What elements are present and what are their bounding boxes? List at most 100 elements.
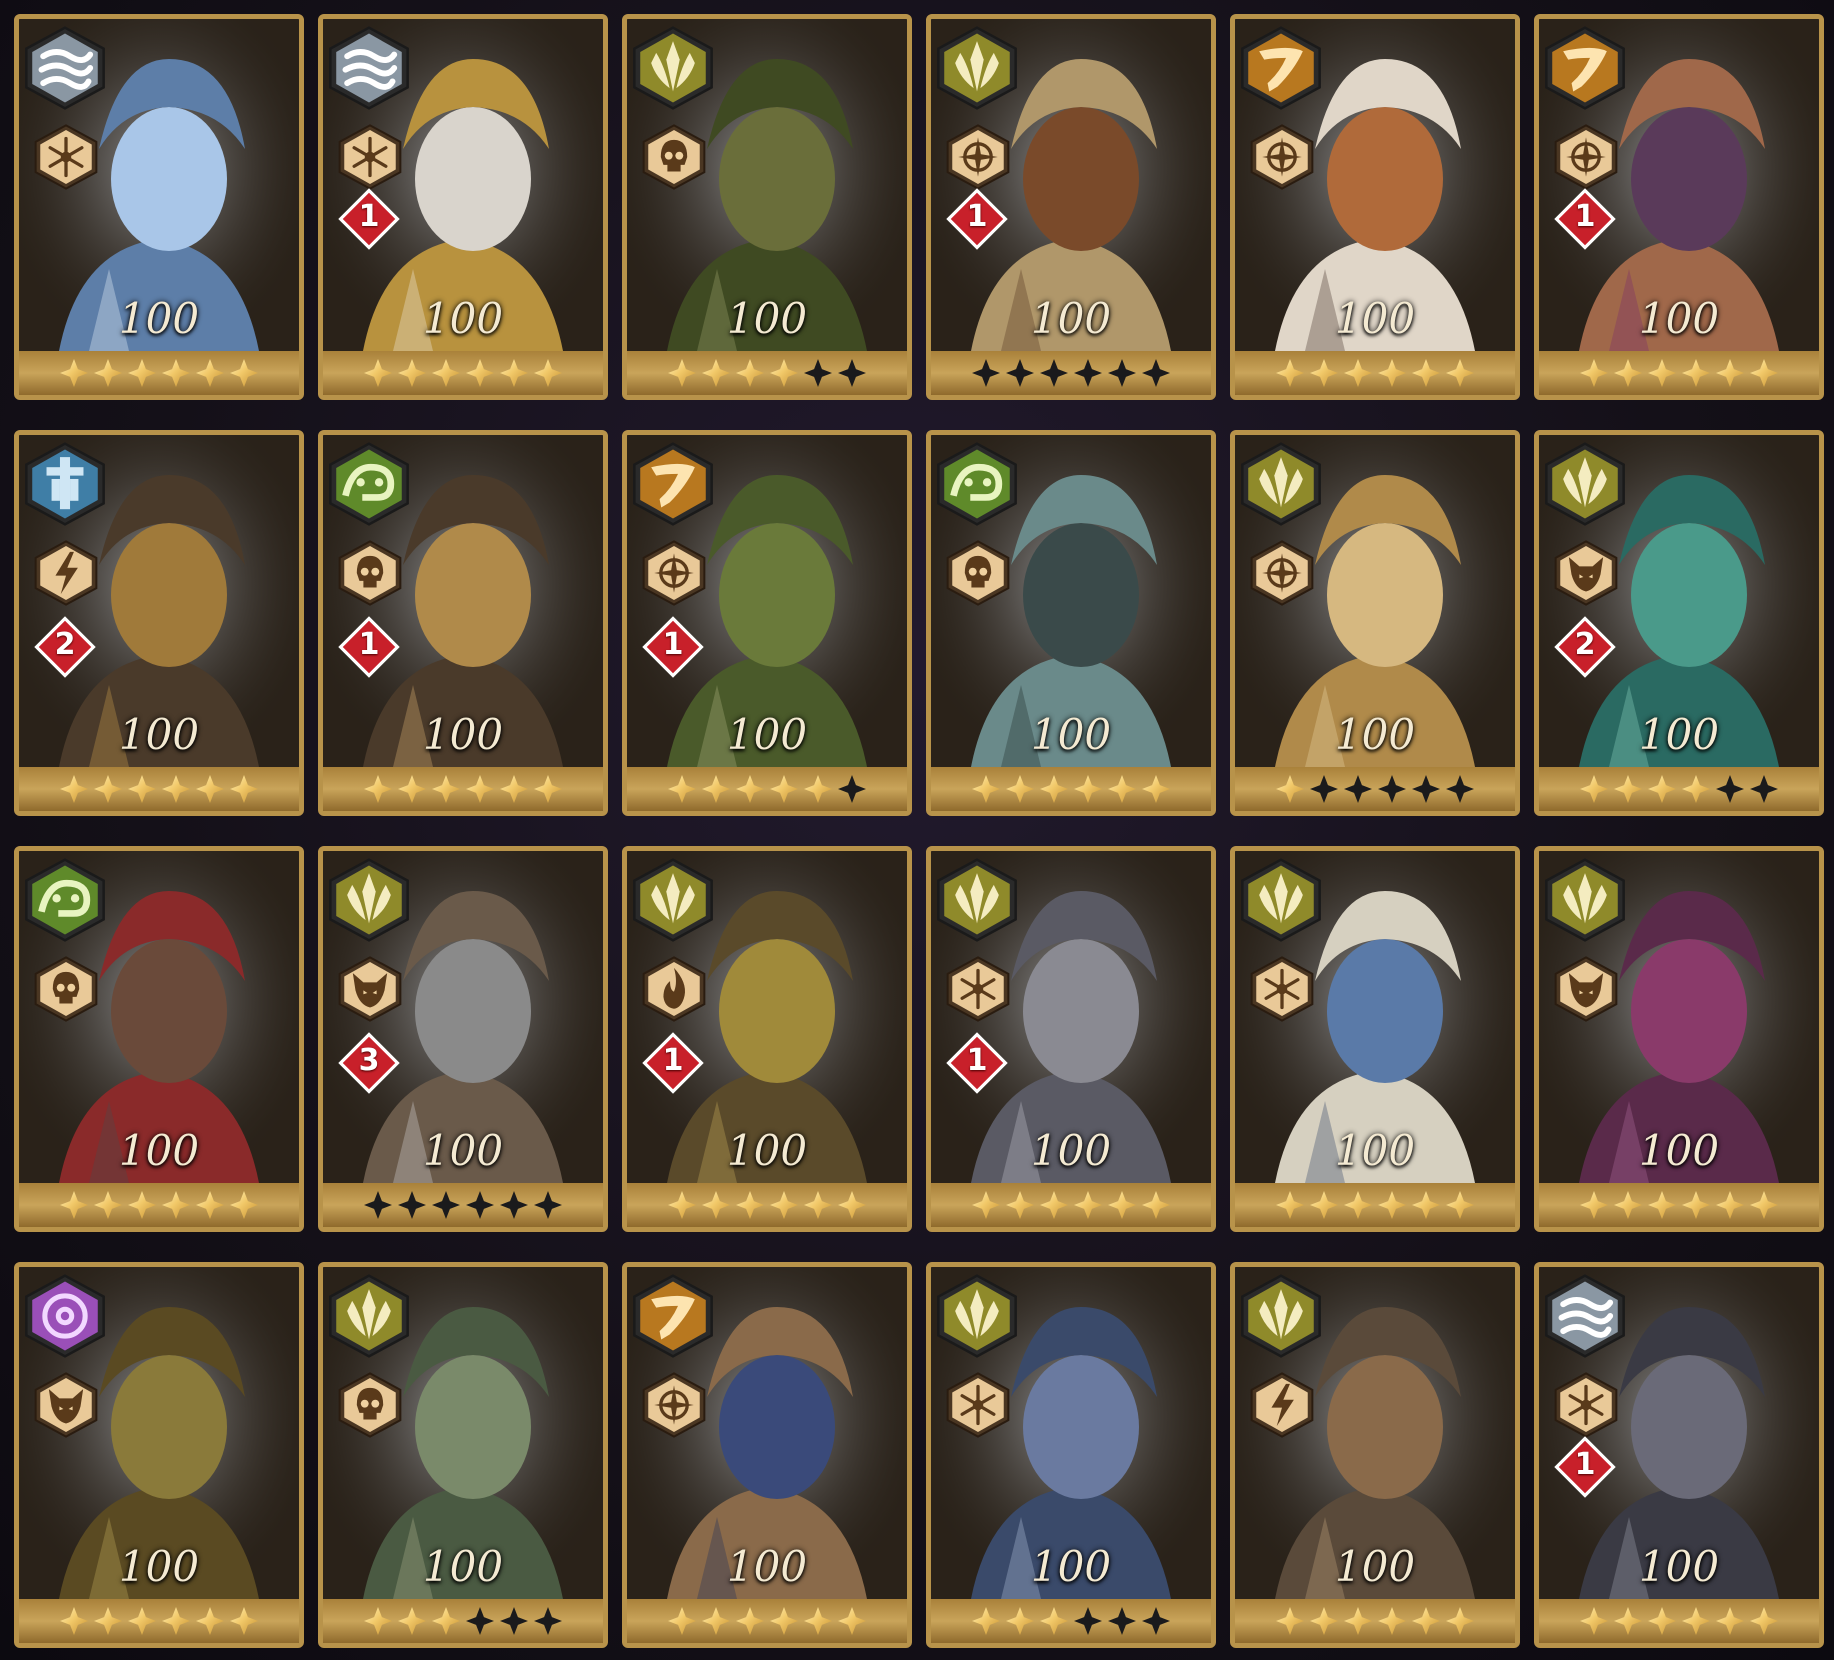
hero-card[interactable]: 1 100 bbox=[622, 430, 912, 816]
star-empty-icon bbox=[1040, 359, 1068, 387]
star-filled-icon bbox=[1344, 359, 1372, 387]
star-filled-icon bbox=[162, 1607, 190, 1635]
hero-card[interactable]: 3 100 bbox=[318, 846, 608, 1232]
star-filled-icon bbox=[1040, 1607, 1068, 1635]
star-filled-icon bbox=[398, 775, 426, 803]
star-filled-icon bbox=[1580, 1607, 1608, 1635]
star-empty-icon bbox=[466, 1607, 494, 1635]
arcane-faction-icon bbox=[23, 1271, 107, 1361]
demon-icon bbox=[33, 1369, 99, 1441]
hero-card[interactable]: 100 bbox=[622, 1262, 912, 1648]
rank-badge: 2 bbox=[33, 615, 97, 679]
star-filled-icon bbox=[364, 1607, 392, 1635]
star-filled-icon bbox=[1378, 1191, 1406, 1219]
hero-card[interactable]: 1 100 bbox=[1534, 1262, 1824, 1648]
star-filled-icon bbox=[1310, 359, 1338, 387]
star-empty-icon bbox=[1310, 775, 1338, 803]
snowflake-icon bbox=[1249, 953, 1315, 1025]
star-filled-icon bbox=[364, 775, 392, 803]
compass-icon bbox=[945, 121, 1011, 193]
hero-card[interactable]: 100 bbox=[1230, 1262, 1520, 1648]
star-filled-icon bbox=[1716, 359, 1744, 387]
star-filled-icon bbox=[1142, 775, 1170, 803]
star-empty-icon bbox=[1006, 359, 1034, 387]
rank-number: 1 bbox=[966, 199, 988, 234]
hero-card[interactable]: 1 100 bbox=[1534, 14, 1824, 400]
star-empty-icon bbox=[1108, 359, 1136, 387]
star-filled-icon bbox=[1412, 1607, 1440, 1635]
hero-card[interactable]: 100 bbox=[926, 430, 1216, 816]
star-rating bbox=[1235, 1183, 1515, 1227]
hero-card[interactable]: 100 bbox=[1230, 14, 1520, 400]
hero-card[interactable]: 1 100 bbox=[318, 14, 608, 400]
star-filled-icon bbox=[128, 775, 156, 803]
star-filled-icon bbox=[128, 359, 156, 387]
forest-faction-icon bbox=[631, 855, 715, 945]
star-empty-icon bbox=[432, 1191, 460, 1219]
forest-faction-icon bbox=[1543, 439, 1627, 529]
star-filled-icon bbox=[736, 775, 764, 803]
star-filled-icon bbox=[1716, 1607, 1744, 1635]
star-filled-icon bbox=[432, 775, 460, 803]
star-filled-icon bbox=[1682, 775, 1710, 803]
skull-icon bbox=[641, 121, 707, 193]
demon-icon bbox=[337, 953, 403, 1025]
rank-badge: 1 bbox=[945, 187, 1009, 251]
hero-card[interactable]: 100 bbox=[14, 14, 304, 400]
star-filled-icon bbox=[770, 359, 798, 387]
star-filled-icon bbox=[1412, 359, 1440, 387]
star-filled-icon bbox=[1648, 1191, 1676, 1219]
star-filled-icon bbox=[838, 1607, 866, 1635]
hero-card[interactable]: 2 100 bbox=[1534, 430, 1824, 816]
star-filled-icon bbox=[1750, 359, 1778, 387]
star-filled-icon bbox=[60, 359, 88, 387]
star-empty-icon bbox=[972, 359, 1000, 387]
hero-card[interactable]: 100 bbox=[14, 1262, 304, 1648]
hero-card[interactable]: 100 bbox=[622, 14, 912, 400]
star-rating bbox=[931, 1599, 1211, 1643]
star-filled-icon bbox=[736, 1191, 764, 1219]
skull-icon bbox=[337, 537, 403, 609]
star-filled-icon bbox=[60, 1191, 88, 1219]
rank-badge: 2 bbox=[1553, 615, 1617, 679]
star-filled-icon bbox=[972, 775, 1000, 803]
hero-card[interactable]: 100 bbox=[318, 1262, 608, 1648]
hero-card[interactable]: 100 bbox=[1230, 430, 1520, 816]
hero-card[interactable]: 100 bbox=[926, 1262, 1216, 1648]
hero-level: 100 bbox=[1334, 1542, 1416, 1591]
horn-faction-icon bbox=[631, 1271, 715, 1361]
hero-level: 100 bbox=[726, 710, 808, 759]
forest-faction-icon bbox=[1543, 855, 1627, 945]
star-rating bbox=[1539, 1599, 1819, 1643]
star-empty-icon bbox=[500, 1607, 528, 1635]
star-filled-icon bbox=[432, 1607, 460, 1635]
star-filled-icon bbox=[1108, 775, 1136, 803]
hero-card[interactable]: 100 bbox=[1534, 846, 1824, 1232]
star-filled-icon bbox=[534, 775, 562, 803]
compass-icon bbox=[641, 537, 707, 609]
star-empty-icon bbox=[534, 1191, 562, 1219]
star-filled-icon bbox=[1276, 359, 1304, 387]
star-filled-icon bbox=[196, 1191, 224, 1219]
rank-number: 2 bbox=[54, 627, 76, 662]
hero-card[interactable]: 1 100 bbox=[622, 846, 912, 1232]
star-filled-icon bbox=[466, 775, 494, 803]
hero-level: 100 bbox=[1030, 1126, 1112, 1175]
flame-icon bbox=[641, 953, 707, 1025]
hero-card[interactable]: 1 100 bbox=[926, 846, 1216, 1232]
hero-card[interactable]: 1 100 bbox=[926, 14, 1216, 400]
star-filled-icon bbox=[196, 775, 224, 803]
star-empty-icon bbox=[838, 775, 866, 803]
hero-level: 100 bbox=[1334, 1126, 1416, 1175]
hero-card[interactable]: 2 100 bbox=[14, 430, 304, 816]
star-filled-icon bbox=[1040, 775, 1068, 803]
hero-card[interactable]: 100 bbox=[1230, 846, 1520, 1232]
hero-level: 100 bbox=[118, 1542, 200, 1591]
hero-card[interactable]: 1 100 bbox=[318, 430, 608, 816]
star-rating bbox=[627, 1599, 907, 1643]
star-filled-icon bbox=[972, 1607, 1000, 1635]
star-filled-icon bbox=[364, 359, 392, 387]
hero-card[interactable]: 100 bbox=[14, 846, 304, 1232]
snowflake-icon bbox=[1553, 1369, 1619, 1441]
star-filled-icon bbox=[1446, 1191, 1474, 1219]
